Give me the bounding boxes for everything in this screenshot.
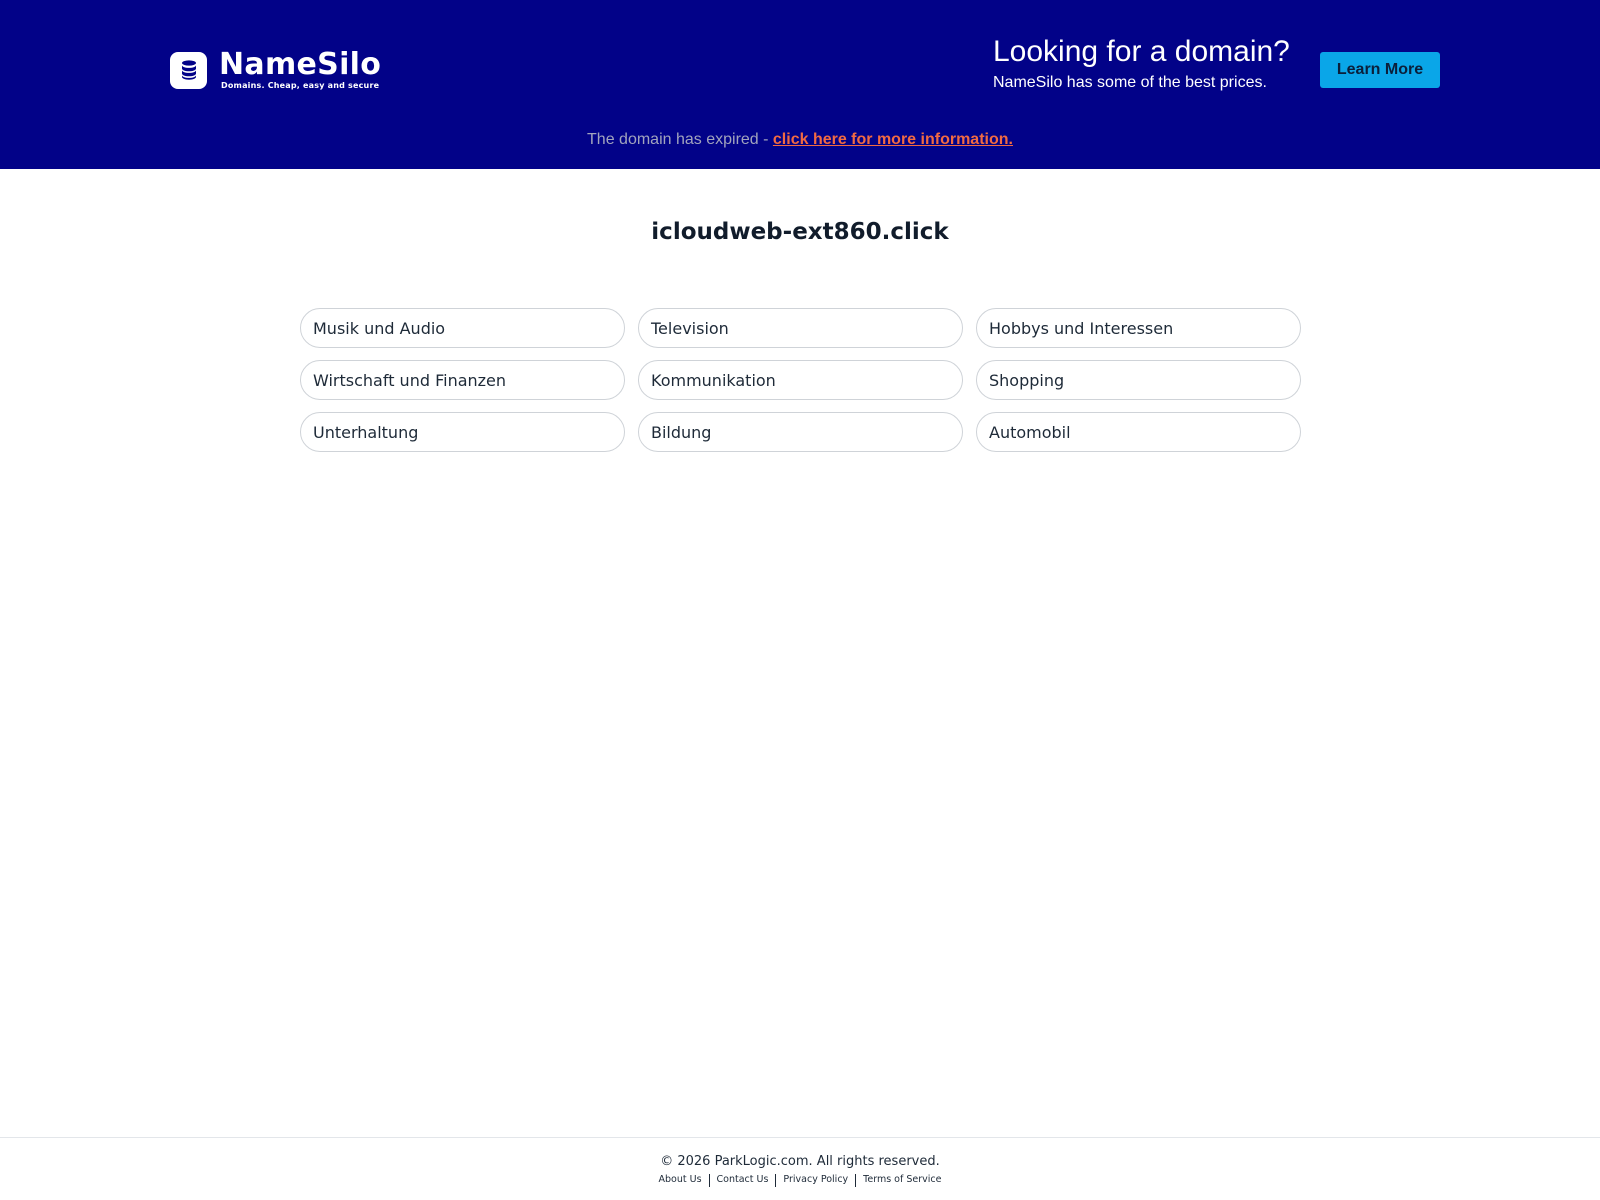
- promo-title: Looking for a domain?: [993, 35, 1290, 68]
- privacy-policy-link[interactable]: Privacy Policy: [776, 1173, 855, 1187]
- related-link[interactable]: Television: [638, 308, 963, 348]
- related-link[interactable]: Unterhaltung: [300, 412, 625, 452]
- database-icon: [170, 51, 207, 89]
- page-footer: © 2026 ParkLogic.com. All rights reserve…: [0, 1137, 1600, 1200]
- related-link[interactable]: Bildung: [638, 412, 963, 452]
- footer-links: About Us Contact Us Privacy Policy Terms…: [0, 1173, 1600, 1187]
- logo-tagline: Domains. Cheap, easy and secure: [221, 81, 380, 90]
- learn-more-button[interactable]: Learn More: [1320, 52, 1440, 88]
- terms-of-service-link[interactable]: Terms of Service: [856, 1173, 948, 1187]
- related-link[interactable]: Wirtschaft und Finanzen: [300, 360, 625, 400]
- related-link[interactable]: Hobbys und Interessen: [976, 308, 1301, 348]
- related-links-grid: Musik und Audio Television Hobbys und In…: [300, 308, 1301, 452]
- more-info-link[interactable]: click here for more information.: [773, 131, 1013, 148]
- expired-notice-text: The domain has expired -: [587, 131, 773, 148]
- contact-us-link[interactable]: Contact Us: [710, 1173, 776, 1187]
- domain-title: icloudweb-ext860.click: [651, 219, 949, 245]
- related-link[interactable]: Musik und Audio: [300, 308, 625, 348]
- related-link[interactable]: Shopping: [976, 360, 1301, 400]
- logo-text: NameSilo Domains. Cheap, easy and secure: [219, 49, 381, 91]
- promo-block: Looking for a domain? NameSilo has some …: [993, 33, 1303, 95]
- about-us-link[interactable]: About Us: [652, 1173, 709, 1187]
- logo-name: NameSilo: [219, 47, 382, 82]
- top-banner: NameSilo Domains. Cheap, easy and secure…: [0, 0, 1600, 169]
- related-link[interactable]: Automobil: [976, 412, 1301, 452]
- namesilo-logo[interactable]: NameSilo Domains. Cheap, easy and secure: [170, 46, 381, 94]
- copyright-text: © 2026 ParkLogic.com. All rights reserve…: [660, 1154, 940, 1169]
- promo-subtitle: NameSilo has some of the best prices.: [993, 74, 1267, 91]
- related-link[interactable]: Kommunikation: [638, 360, 963, 400]
- expired-notice: The domain has expired - click here for …: [0, 128, 1600, 152]
